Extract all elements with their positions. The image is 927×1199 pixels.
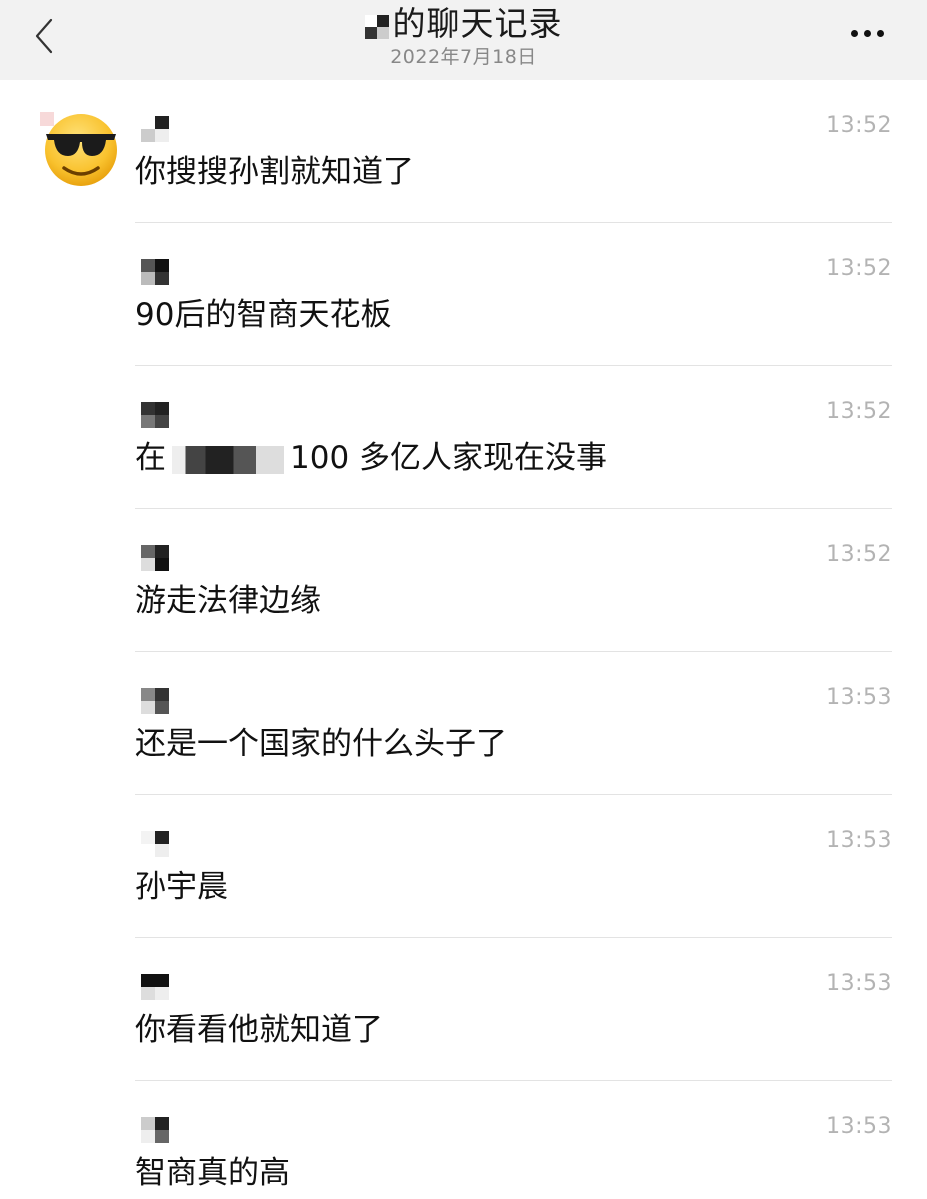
more-dot [850,29,858,37]
message-text: 还是一个国家的什么头子了 [135,726,507,762]
page-title: 的聊天记录 [392,4,563,43]
message-time: 13:53 [826,685,892,710]
message-item[interactable]: 13:53 孙宇晨 [135,795,892,938]
sunglasses-emoji-avatar[interactable] [40,112,120,190]
message-text: 孙宇晨 [135,869,228,905]
redacted-sender-name [141,974,169,1000]
more-dot [863,29,871,37]
more-button[interactable] [847,18,887,48]
message-time: 13:52 [826,542,892,567]
chat-date: 2022年7月18日 [390,46,537,68]
message-text: 你看看他就知道了 [135,1012,383,1048]
message-time: 13:53 [826,1114,892,1139]
redacted-sender-name [141,831,169,857]
message-text-after: 100 多亿人家现在没事 [290,440,608,476]
message-time: 13:52 [826,399,892,424]
message-time: 13:53 [826,828,892,853]
message-time: 13:53 [826,971,892,996]
message-time: 13:52 [826,113,892,138]
message-time: 13:52 [826,256,892,281]
message-item[interactable]: 13:53 你看看他就知道了 [135,938,892,1081]
redacted-sender-name [141,1117,169,1143]
message-item[interactable]: 13:53 智商真的高 [135,1081,892,1199]
redacted-sender-name [141,402,169,428]
message-text: 在 100 多亿人家现在没事 [135,438,607,478]
message-item[interactable]: 13:53 还是一个国家的什么头子了 [135,652,892,795]
message-item[interactable]: 13:52 你搜搜孙割就知道了 [135,80,892,223]
chat-history-header: 的聊天记录 2022年7月18日 [0,0,927,80]
message-text: 智商真的高 [135,1155,290,1191]
message-text: 游走法律边缘 [135,583,321,619]
message-text-before: 在 [135,440,166,476]
message-text: 你搜搜孙割就知道了 [135,154,414,190]
redacted-text-mosaic [172,445,284,474]
redacted-sender-name [141,545,169,571]
redacted-sender-name [141,688,169,714]
header-title-area: 的聊天记录 2022年7月18日 [0,2,927,68]
redacted-name-mosaic [364,15,389,39]
message-text: 90后的智商天花板 [135,297,392,333]
message-item[interactable]: 13:52 90后的智商天花板 [135,223,892,366]
redacted-sender-name [141,259,169,285]
more-dot [876,29,884,37]
message-item[interactable]: 13:52 在 100 多亿人家现在没事 [135,366,892,509]
message-item[interactable]: 13:52 游走法律边缘 [135,509,892,652]
redacted-sender-name [141,116,169,142]
